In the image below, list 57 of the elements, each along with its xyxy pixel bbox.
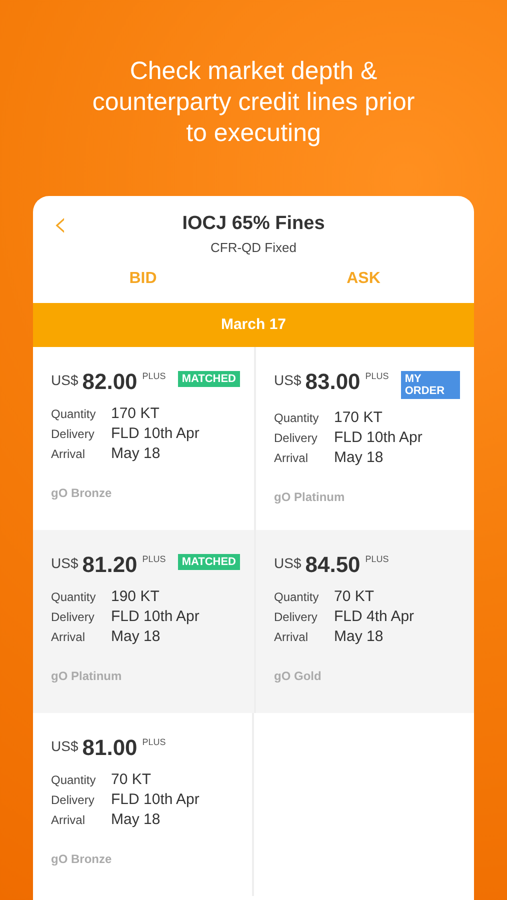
price: 82.00: [82, 369, 138, 395]
currency-label: US$: [51, 372, 78, 388]
price: 81.00: [82, 735, 138, 761]
tier-label: gO Bronze: [51, 486, 112, 500]
detail-label: Arrival: [51, 447, 86, 461]
status-badge: MATCHED: [178, 554, 240, 570]
detail-value: FLD 10th Apr: [111, 425, 200, 442]
detail-label: Delivery: [274, 610, 318, 624]
detail-label: Arrival: [51, 813, 86, 827]
detail-label: Arrival: [51, 630, 86, 644]
detail-value: FLD 10th Apr: [334, 429, 422, 446]
detail-value: 70 KT: [334, 588, 374, 605]
detail-label: Arrival: [274, 451, 308, 465]
price: 84.50: [305, 552, 360, 578]
product-title: IOCJ 65% Fines: [182, 213, 325, 235]
detail-label: Quantity: [51, 773, 96, 787]
price-suffix: PLUS: [365, 371, 389, 381]
detail-value: May 18: [111, 811, 160, 828]
detail-label: Delivery: [51, 427, 94, 441]
tier-label: gO Gold: [274, 669, 322, 683]
currency-label: US$: [51, 738, 78, 754]
price-suffix: PLUS: [142, 737, 166, 747]
date-bar: March 17: [33, 303, 474, 347]
detail-value: May 18: [111, 445, 160, 462]
currency-label: US$: [51, 555, 78, 571]
tier-label: gO Platinum: [274, 490, 345, 504]
price: 81.20: [82, 552, 138, 578]
detail-label: Quantity: [51, 407, 96, 421]
detail-label: Arrival: [274, 630, 308, 644]
headline: Check market depth & counterparty credit lines prior to executing: [91, 56, 416, 149]
detail-label: Quantity: [51, 590, 96, 604]
detail-label: Quantity: [274, 590, 319, 604]
price-suffix: PLUS: [142, 554, 166, 564]
detail-value: May 18: [334, 449, 384, 466]
tier-label: gO Platinum: [51, 669, 122, 683]
detail-label: Quantity: [274, 411, 319, 425]
tier-label: gO Bronze: [51, 852, 112, 866]
detail-value: FLD 10th Apr: [111, 791, 200, 808]
price: 83.00: [305, 369, 360, 395]
product-subtitle: CFR-QD Fixed: [210, 240, 296, 255]
status-badge: MY ORDER: [400, 371, 460, 399]
detail-value: 170 KT: [111, 405, 160, 422]
price-suffix: PLUS: [365, 554, 389, 564]
detail-value: 190 KT: [111, 588, 160, 605]
detail-value: 170 KT: [334, 409, 382, 426]
detail-value: May 18: [334, 628, 384, 645]
currency-label: US$: [274, 555, 302, 571]
price-suffix: PLUS: [142, 371, 166, 381]
detail-label: Delivery: [51, 610, 94, 624]
detail-value: FLD 10th Apr: [111, 608, 200, 625]
status-badge: MATCHED: [178, 371, 240, 387]
detail-value: 70 KT: [111, 771, 152, 788]
detail-label: Delivery: [274, 431, 318, 445]
detail-value: FLD 4th Apr: [334, 608, 414, 625]
currency-label: US$: [274, 372, 302, 388]
detail-value: May 18: [111, 628, 160, 645]
detail-label: Delivery: [51, 793, 94, 807]
